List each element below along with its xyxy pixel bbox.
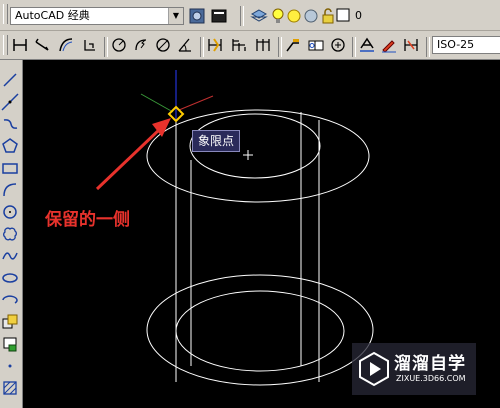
point-icon[interactable]: [0, 356, 20, 376]
ucs-x-axis: [178, 95, 214, 111]
toolbar-grip[interactable]: [3, 4, 8, 24]
annotation-arrow: [95, 126, 163, 191]
chevron-down-icon[interactable]: ▼: [168, 8, 183, 24]
jogged-icon[interactable]: [131, 35, 151, 55]
workspace-settings-icon[interactable]: [187, 6, 207, 26]
workspace-select[interactable]: AutoCAD 经典 ▼: [10, 7, 184, 25]
annotation-text: 保留的一侧: [45, 210, 130, 230]
aligned-dimension-icon[interactable]: [32, 35, 52, 55]
dimension-style-select[interactable]: ISO-25: [432, 36, 500, 54]
ucs-y-axis: [140, 93, 174, 113]
quick-leader-icon[interactable]: [283, 35, 303, 55]
watermark-title: 溜溜自学: [394, 354, 466, 374]
lightbulb-icon[interactable]: [271, 6, 285, 26]
layer-manager-icon[interactable]: [249, 6, 269, 26]
polygon-icon[interactable]: [0, 136, 20, 156]
watermark-logo-icon: [359, 351, 389, 387]
draw-toolbar: [0, 60, 23, 408]
make-block-icon[interactable]: [0, 334, 20, 354]
lock-icon[interactable]: [321, 6, 335, 26]
revision-cloud-icon[interactable]: [0, 224, 20, 244]
insert-block-icon[interactable]: [0, 312, 20, 332]
arc-length-icon[interactable]: [56, 35, 76, 55]
dimension-style-value: ISO-25: [437, 38, 475, 51]
arc-icon[interactable]: [0, 180, 20, 200]
dimension-edit-icon[interactable]: [357, 35, 377, 55]
watermark: 溜溜自学 ZIXUE.3D66.COM: [352, 343, 476, 395]
workspace-toolbar: AutoCAD 经典 ▼ 0: [0, 0, 500, 31]
polyline-icon[interactable]: [0, 114, 20, 134]
layer-color-swatch: [336, 8, 350, 22]
freeze-icon[interactable]: [303, 6, 319, 26]
construction-line-icon[interactable]: [0, 92, 20, 112]
cursor-crosshair: [243, 150, 253, 160]
quick-dimension-icon[interactable]: [205, 35, 225, 55]
top-outer-ellipse: [146, 109, 370, 203]
dimension-text-edit-icon[interactable]: [379, 35, 399, 55]
workspace-select-value: AutoCAD 经典: [15, 9, 90, 22]
linear-dimension-icon[interactable]: [10, 35, 30, 55]
rectangle-icon[interactable]: [0, 158, 20, 178]
continue-icon[interactable]: [253, 35, 273, 55]
line-icon[interactable]: [0, 70, 20, 90]
spline-icon[interactable]: [0, 246, 20, 266]
ellipse-arc-icon[interactable]: [0, 290, 20, 310]
ellipse-icon[interactable]: [0, 268, 20, 288]
hatch-icon[interactable]: [0, 378, 20, 398]
snap-tooltip: 象限点: [192, 130, 241, 152]
angular-icon[interactable]: [175, 35, 195, 55]
baseline-icon[interactable]: [229, 35, 249, 55]
toolbar-grip[interactable]: [3, 35, 8, 55]
radius-icon[interactable]: [109, 35, 129, 55]
watermark-subtitle: ZIXUE.3D66.COM: [396, 374, 466, 383]
dimension-update-icon[interactable]: [401, 35, 421, 55]
sun-icon[interactable]: [286, 6, 302, 26]
tolerance-icon[interactable]: [306, 35, 326, 55]
center-mark-icon[interactable]: [328, 35, 348, 55]
dimension-toolbar: ISO-25: [0, 31, 500, 60]
workspace-toggle-icon[interactable]: [209, 6, 229, 26]
layer-name[interactable]: 0: [355, 9, 362, 22]
ordinate-icon[interactable]: [80, 35, 100, 55]
diameter-icon[interactable]: [153, 35, 173, 55]
circle-icon[interactable]: [0, 202, 20, 222]
